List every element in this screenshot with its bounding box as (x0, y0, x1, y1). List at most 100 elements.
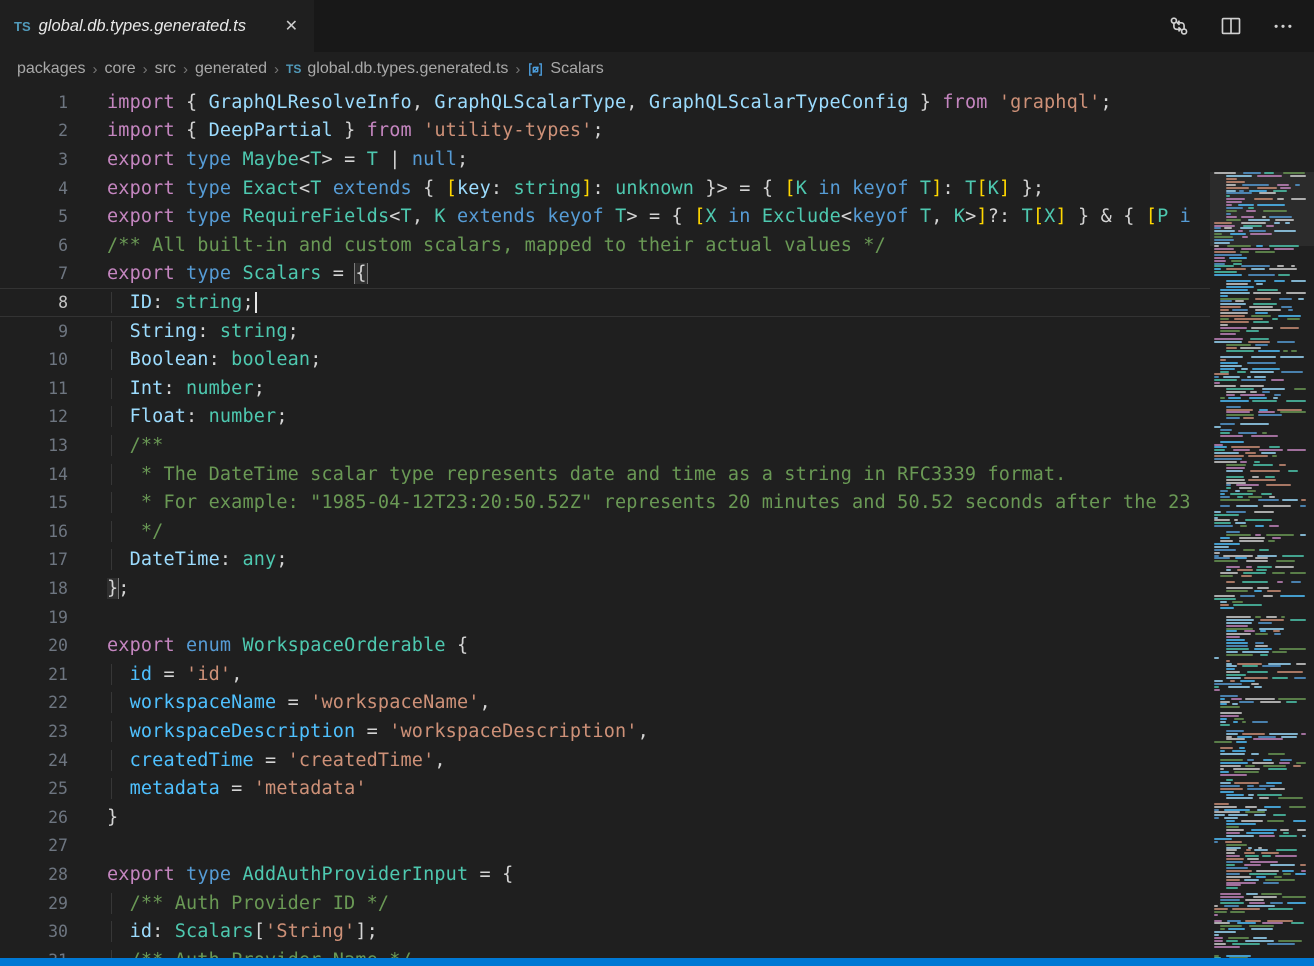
code-line[interactable]: 14 * The DateTime scalar type represents… (0, 460, 1210, 489)
code-line[interactable]: 20export enum WorkspaceOrderable { (0, 631, 1210, 660)
minimap-line (1232, 750, 1246, 752)
line-number[interactable]: 29 (0, 894, 107, 913)
minimap-line (1220, 496, 1230, 498)
breadcrumb-item-generated[interactable]: generated (195, 60, 267, 78)
breadcrumb-item-global-db-types-generated-ts[interactable]: TSglobal.db.types.generated.ts (286, 60, 508, 78)
line-number[interactable]: 24 (0, 751, 107, 770)
minimap-line (1228, 928, 1245, 930)
minimap-line (1220, 289, 1248, 291)
breadcrumb-item-scalars[interactable]: Scalars (527, 60, 603, 78)
line-number[interactable]: 14 (0, 465, 107, 484)
minimap-line (1246, 832, 1274, 834)
breadcrumb-item-core[interactable]: core (105, 60, 136, 78)
split-editor-button[interactable] (1218, 13, 1244, 39)
minimap-line (1241, 379, 1266, 381)
line-number[interactable]: 7 (0, 264, 107, 283)
code-line[interactable]: 17 DateTime: any; (0, 546, 1210, 575)
minimap-line (1214, 905, 1218, 907)
code-line[interactable]: 18}; (0, 574, 1210, 603)
minimap-line (1248, 847, 1252, 849)
code-line[interactable]: 27 (0, 832, 1210, 861)
code-line[interactable]: 23 workspaceDescription = 'workspaceDesc… (0, 717, 1210, 746)
code-line[interactable]: 24 createdTime = 'createdTime', (0, 746, 1210, 775)
line-number[interactable]: 17 (0, 550, 107, 569)
line-number[interactable]: 9 (0, 322, 107, 341)
code-line[interactable]: 30 id: Scalars['String']; (0, 917, 1210, 946)
code-editor[interactable]: 1import { GraphQLResolveInfo, GraphQLSca… (0, 86, 1314, 966)
minimap-line (1262, 855, 1270, 857)
minimap-line (1226, 736, 1232, 738)
code-content: createdTime = 'createdTime', (107, 750, 1210, 771)
code-line[interactable]: 6/** All built-in and custom scalars, ma… (0, 231, 1210, 260)
line-number[interactable]: 25 (0, 779, 107, 798)
tab-global-db-types[interactable]: TS global.db.types.generated.ts ✕ (0, 0, 314, 52)
breadcrumb-item-packages[interactable]: packages (17, 60, 86, 78)
line-number[interactable]: 2 (0, 121, 107, 140)
minimap-line (1220, 715, 1239, 717)
open-changes-button[interactable] (1166, 13, 1192, 39)
code-line[interactable]: 21 id = 'id', (0, 660, 1210, 689)
line-number[interactable]: 8 (0, 293, 107, 312)
code-line[interactable]: 12 Float: number; (0, 403, 1210, 432)
code-line[interactable]: 2import { DeepPartial } from 'utility-ty… (0, 117, 1210, 146)
line-number[interactable]: 26 (0, 808, 107, 827)
code-line[interactable]: 28export type AddAuthProviderInput = { (0, 860, 1210, 889)
minimap-line (1245, 899, 1264, 901)
minimap-line (1226, 178, 1237, 180)
line-number[interactable]: 13 (0, 436, 107, 455)
line-number[interactable]: 20 (0, 636, 107, 655)
line-number[interactable]: 22 (0, 693, 107, 712)
line-number[interactable]: 10 (0, 350, 107, 369)
code-content: workspaceDescription = 'workspaceDescrip… (107, 721, 1210, 742)
breadcrumb-item-src[interactable]: src (155, 60, 176, 78)
minimap-line (1214, 546, 1229, 548)
line-number[interactable]: 3 (0, 150, 107, 169)
line-number[interactable]: 15 (0, 493, 107, 512)
code-line[interactable]: 5export type RequireFields<T, K extends … (0, 202, 1210, 231)
line-number[interactable]: 1 (0, 93, 107, 112)
code-line[interactable]: 8 ID: string; (0, 288, 1210, 317)
minimap-line (1226, 394, 1235, 396)
line-number[interactable]: 27 (0, 836, 107, 855)
line-number[interactable]: 4 (0, 179, 107, 198)
line-number[interactable]: 19 (0, 608, 107, 627)
code-line[interactable]: 11 Int: number; (0, 374, 1210, 403)
line-number[interactable]: 23 (0, 722, 107, 741)
minimap-line (1220, 330, 1240, 332)
code-line[interactable]: 25 metadata = 'metadata' (0, 774, 1210, 803)
minimap-line (1255, 344, 1269, 346)
line-number[interactable]: 16 (0, 522, 107, 541)
line-number[interactable]: 30 (0, 922, 107, 941)
minimap-line (1226, 955, 1251, 957)
code-line[interactable]: 13 /** (0, 431, 1210, 460)
line-number[interactable]: 11 (0, 379, 107, 398)
code-line[interactable]: 9 String: string; (0, 317, 1210, 346)
code-line[interactable]: 22 workspaceName = 'workspaceName', (0, 689, 1210, 718)
line-number[interactable]: 18 (0, 579, 107, 598)
line-number[interactable]: 12 (0, 407, 107, 426)
line-number[interactable]: 28 (0, 865, 107, 884)
minimap-line (1228, 686, 1250, 688)
minimap-line (1220, 490, 1228, 492)
minimap-line (1226, 630, 1237, 632)
code-line[interactable]: 29 /** Auth Provider ID */ (0, 889, 1210, 918)
minimap[interactable] (1210, 172, 1314, 966)
code-line[interactable]: 3export type Maybe<T> = T | null; (0, 145, 1210, 174)
code-line[interactable]: 4export type Exact<T extends { [key: str… (0, 174, 1210, 203)
code-content: workspaceName = 'workspaceName', (107, 692, 1210, 713)
minimap-line (1291, 198, 1306, 200)
line-number[interactable]: 5 (0, 207, 107, 226)
line-number[interactable]: 6 (0, 236, 107, 255)
code-line[interactable]: 15 * For example: "1985-04-12T23:20:50.5… (0, 488, 1210, 517)
code-line[interactable]: 16 */ (0, 517, 1210, 546)
line-number[interactable]: 21 (0, 665, 107, 684)
code-line[interactable]: 26} (0, 803, 1210, 832)
minimap-line (1220, 303, 1246, 305)
code-line[interactable]: 10 Boolean: boolean; (0, 345, 1210, 374)
code-line[interactable]: 19 (0, 603, 1210, 632)
minimap-line (1220, 721, 1226, 723)
code-line[interactable]: 7export type Scalars = { (0, 260, 1210, 289)
code-line[interactable]: 1import { GraphQLResolveInfo, GraphQLSca… (0, 88, 1210, 117)
close-icon[interactable]: ✕ (281, 14, 302, 38)
more-actions-button[interactable] (1270, 13, 1296, 39)
